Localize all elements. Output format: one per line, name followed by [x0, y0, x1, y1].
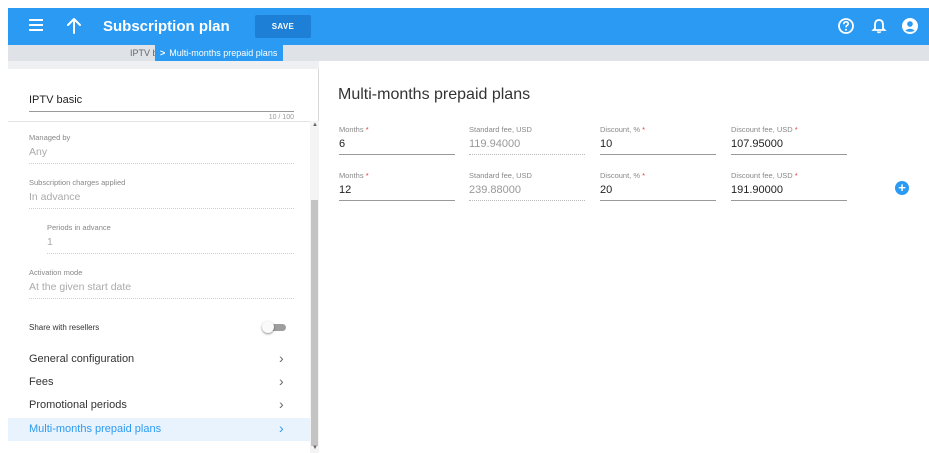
help-icon[interactable] [837, 17, 855, 35]
scroll-up-arrow-icon[interactable]: ▲ [312, 122, 318, 128]
chevron-right-icon: › [279, 420, 284, 436]
page-title: Subscription plan [103, 18, 230, 35]
discount-input[interactable]: 10 [600, 134, 716, 155]
months-input[interactable]: 6 [339, 134, 455, 155]
nav-item-multi-months-prepaid-plans[interactable]: Multi-months prepaid plans › [8, 418, 311, 441]
chevron-right-icon: > [160, 48, 166, 58]
activation-mode-field[interactable]: Activation mode At the given start date [29, 268, 294, 299]
left-panel-header-shade [8, 61, 319, 69]
discount-field[interactable]: Discount, % * 10 [600, 125, 716, 155]
periods-in-advance-label: Periods in advance [47, 223, 111, 232]
divider [8, 121, 311, 122]
share-with-resellers-toggle[interactable] [262, 321, 287, 333]
discount-fee-input[interactable]: 191.90000 [731, 180, 847, 201]
months-label: Months * [339, 125, 369, 134]
subscription-charges-label: Subscription charges applied [29, 178, 126, 187]
breadcrumb-item-multi-months[interactable]: > Multi-months prepaid plans [155, 45, 284, 61]
discount-fee-field[interactable]: Discount fee, USD * 107.95000 [731, 125, 847, 155]
months-field[interactable]: Months * 12 [339, 171, 455, 201]
discount-fee-field[interactable]: Discount fee, USD * 191.90000 [731, 171, 847, 201]
periods-in-advance-field[interactable]: Periods in advance 1 [47, 223, 294, 254]
section-title: Multi-months prepaid plans [338, 86, 531, 103]
menu-icon[interactable] [29, 19, 43, 33]
arrow-up-icon[interactable] [64, 16, 84, 36]
subscription-charges-value[interactable]: In advance [29, 187, 294, 209]
nav-item-label: Fees [29, 376, 54, 388]
chevron-right-icon: › [279, 396, 284, 412]
standard-fee-field: Standard fee, USD 239.88000 [469, 171, 585, 201]
discount-fee-label: Discount fee, USD * [731, 125, 798, 134]
discount-label: Discount, % * [600, 125, 646, 134]
chevron-right-icon: › [279, 350, 284, 366]
scrollbar-thumb[interactable] [311, 200, 318, 446]
account-icon[interactable] [901, 17, 919, 35]
discount-fee-label: Discount fee, USD * [731, 171, 798, 180]
standard-fee-value: 239.88000 [469, 180, 585, 201]
nav-item-label: Multi-months prepaid plans [29, 423, 162, 435]
plan-name-counter: 10 / 100 [268, 114, 294, 121]
add-row-button[interactable]: + [895, 181, 909, 195]
breadcrumb-item-label: Multi-months prepaid plans [169, 48, 278, 58]
managed-by-field[interactable]: Managed by Any [29, 133, 294, 164]
standard-fee-label: Standard fee, USD [469, 125, 532, 134]
nav-item-promotional-periods[interactable]: Promotional periods › [8, 394, 311, 417]
standard-fee-value: 119.94000 [469, 134, 585, 155]
top-app-bar: Subscription plan SAVE [8, 8, 929, 45]
managed-by-value[interactable]: Any [29, 142, 294, 164]
toggle-knob [262, 321, 274, 333]
nav-item-label: Promotional periods [29, 399, 127, 411]
activation-mode-value[interactable]: At the given start date [29, 277, 294, 299]
nav-item-label: General configuration [29, 353, 135, 365]
periods-in-advance-value[interactable]: 1 [47, 232, 294, 254]
discount-label: Discount, % * [600, 171, 646, 180]
standard-fee-label: Standard fee, USD [469, 171, 532, 180]
breadcrumb: IPTV basic > Multi-months prepaid plans [8, 45, 929, 61]
standard-fee-field: Standard fee, USD 119.94000 [469, 125, 585, 155]
plan-name-input[interactable]: IPTV basic [29, 94, 294, 112]
save-button[interactable]: SAVE [255, 15, 311, 38]
plan-name-field[interactable]: IPTV basic 10 / 100 [29, 94, 294, 121]
discount-input[interactable]: 20 [600, 180, 716, 201]
chevron-right-icon: › [279, 373, 284, 389]
months-label: Months * [339, 171, 369, 180]
nav-item-general-configuration[interactable]: General configuration › [8, 348, 311, 371]
nav-item-fees[interactable]: Fees › [8, 371, 311, 394]
discount-fee-input[interactable]: 107.95000 [731, 134, 847, 155]
managed-by-label: Managed by [29, 133, 71, 142]
activation-mode-label: Activation mode [29, 268, 83, 277]
subscription-charges-field[interactable]: Subscription charges applied In advance [29, 178, 294, 209]
bell-icon[interactable] [870, 17, 888, 35]
scroll-down-arrow-icon[interactable]: ▼ [312, 445, 318, 451]
months-field[interactable]: Months * 6 [339, 125, 455, 155]
share-with-resellers-label: Share with resellers [29, 323, 100, 332]
months-input[interactable]: 12 [339, 180, 455, 201]
discount-field[interactable]: Discount, % * 20 [600, 171, 716, 201]
